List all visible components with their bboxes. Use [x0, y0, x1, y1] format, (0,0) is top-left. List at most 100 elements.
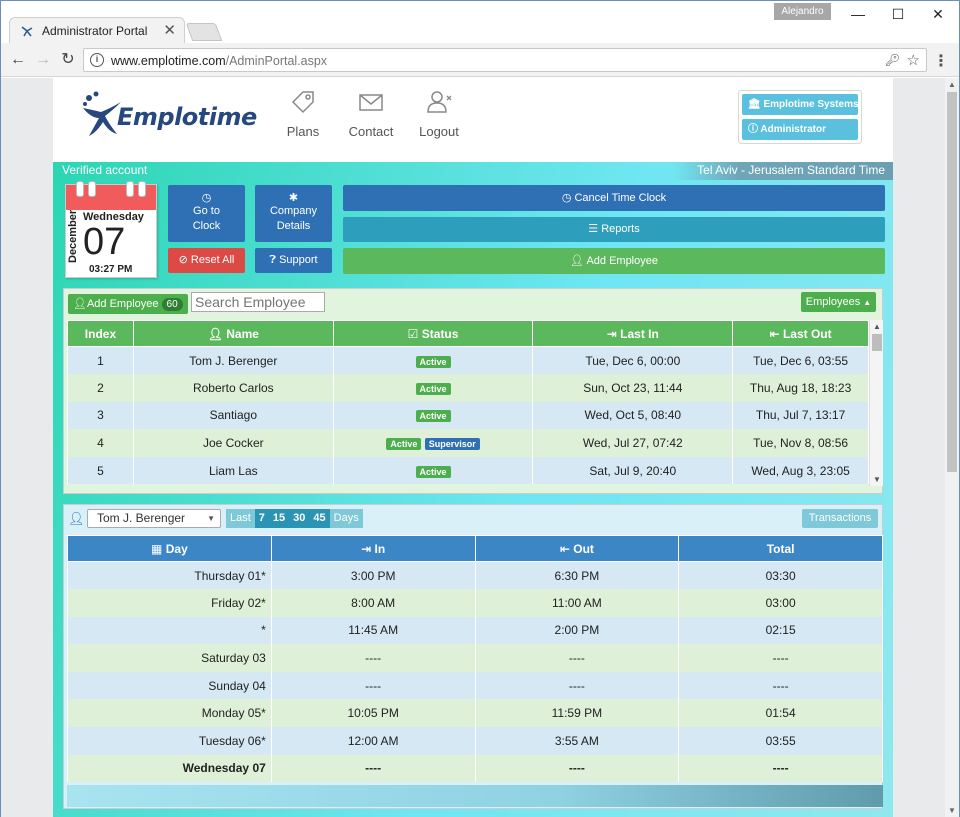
calendar-month: December	[67, 209, 79, 263]
table-row[interactable]: * 11:45 AM 2:00 PM 02:15	[67, 616, 883, 645]
scroll-up-icon[interactable]: ▲	[873, 322, 881, 331]
new-tab-button[interactable]	[185, 23, 223, 41]
table-row[interactable]: 3 Santiago Active Wed, Oct 5, 08:40 Thu,…	[67, 401, 869, 430]
emplotime-logo[interactable]: Emplotime	[77, 88, 257, 146]
col-status[interactable]: ☑ Status	[332, 320, 534, 347]
supervisor-badge: Supervisor	[424, 438, 480, 451]
check-square-icon: ☑	[407, 326, 419, 341]
user-icon: 👤︎	[68, 511, 85, 526]
calendar-ring	[76, 181, 84, 197]
col-out[interactable]: ⇤ Out	[474, 535, 680, 562]
search-employee-input[interactable]	[191, 292, 325, 312]
status-strip: Verified account Tel Aviv - Jerusalem St…	[53, 162, 893, 180]
window-close-icon[interactable]: ✕	[923, 5, 953, 23]
bank-icon: 🏛︎	[748, 99, 761, 110]
table-row[interactable]: Thursday 01* 3:00 PM 6:30 PM 03:30	[67, 561, 883, 590]
nav-contact[interactable]: Contact	[336, 88, 406, 139]
col-last-out[interactable]: ⇤ Last Out	[732, 320, 869, 347]
gear-icon: ✱	[288, 192, 299, 204]
employees-table: Index 👤︎ Name ☑ Status ⇥ Last In ⇤ Last …	[67, 320, 869, 485]
company-details-button[interactable]: ✱ Company Details	[255, 185, 332, 242]
user-icon: 👤︎	[570, 255, 584, 267]
col-name[interactable]: 👤︎ Name	[132, 320, 334, 347]
add-employee-button[interactable]: 👤︎Add Employee 60	[68, 294, 188, 314]
scroll-down-icon[interactable]: ▼	[873, 475, 881, 484]
timezone-label: Tel Aviv - Jerusalem Standard Time	[697, 163, 885, 177]
status-badge: Active	[415, 382, 451, 395]
site-header: Emplotime Plans Contact Logout 🏛︎ Emplot…	[53, 78, 893, 162]
envelope-icon	[336, 88, 406, 118]
browser-menu-icon[interactable]: ⋮	[933, 51, 949, 71]
col-index[interactable]: Index	[67, 320, 134, 347]
password-key-icon[interactable]: 🔑︎	[885, 53, 900, 67]
date-calendar: December Wednesday 07 03:27 PM	[65, 181, 157, 278]
scroll-thumb[interactable]	[872, 334, 882, 351]
table-row[interactable]: 5 Liam Las Active Sat, Jul 9, 20:40 Wed,…	[67, 456, 869, 485]
employees-dropdown[interactable]: Employees ▲	[801, 292, 876, 312]
col-last-in[interactable]: ⇥ Last In	[532, 320, 734, 347]
emplotime-favicon-icon	[21, 26, 33, 37]
add-employee-main-button[interactable]: 👤︎ Add Employee	[343, 248, 885, 274]
address-bar[interactable]: i www.emplotime.com/AdminPortal.aspx 🔑︎ …	[83, 48, 927, 72]
calendar-day: 07	[83, 221, 126, 263]
back-arrow-icon[interactable]: ←	[9, 51, 27, 69]
list-icon: ☰	[588, 223, 599, 235]
calendar-time: 03:27 PM	[89, 264, 133, 275]
minimize-icon[interactable]: —	[843, 5, 873, 23]
col-day[interactable]: ▦ Day	[67, 535, 272, 562]
reset-all-button[interactable]: ⊘ Reset All	[168, 248, 245, 273]
page-container: Emplotime Plans Contact Logout 🏛︎ Emplot…	[53, 78, 893, 817]
timesheet-table: ▦ Day ⇥ In ⇤ Out Total Thursday 01* 3:00…	[67, 535, 883, 783]
question-circle-icon: ❓︎	[269, 254, 277, 266]
table-row[interactable]: Friday 02* 8:00 AM 11:00 AM 03:00	[67, 589, 883, 617]
days-last-label: Last	[226, 509, 255, 528]
employees-scrollbar[interactable]: ▲ ▼	[869, 320, 883, 486]
table-row[interactable]: 4 Joe Cocker Active Supervisor Wed, Jul …	[67, 429, 869, 457]
table-row[interactable]: Sunday 04 ---- ---- ----	[67, 671, 883, 700]
scroll-up-icon[interactable]: ▲	[948, 80, 956, 89]
table-row[interactable]: Saturday 03 ---- ---- ----	[67, 644, 883, 672]
maximize-icon[interactable]: ☐	[883, 5, 913, 23]
page-scrollbar[interactable]: ▲ ▼	[945, 78, 959, 817]
transactions-button[interactable]: Transactions	[802, 509, 878, 528]
page-scroll-thumb[interactable]	[947, 92, 957, 472]
profile-chip[interactable]: Alejandro	[774, 3, 831, 20]
reload-icon[interactable]: ↻	[59, 51, 77, 69]
browser-toolbar: ← → ↻ i www.emplotime.com/AdminPortal.as…	[1, 43, 959, 77]
go-to-clock-button[interactable]: ◷ Go to Clock	[168, 185, 245, 242]
days-option-30[interactable]: 30	[289, 509, 310, 528]
nav-logout[interactable]: Logout	[404, 88, 474, 139]
tab-title: Administrator Portal	[42, 24, 148, 38]
browser-window: Administrator Portal ✕ Alejandro — ☐ ✕ ←…	[0, 0, 960, 817]
days-option-7[interactable]: 7	[254, 509, 269, 528]
calendar-ring	[138, 181, 146, 197]
col-total[interactable]: Total	[678, 535, 883, 562]
forward-arrow-icon[interactable]: →	[34, 51, 52, 69]
reports-button[interactable]: ☰ Reports	[343, 217, 885, 242]
nav-plans[interactable]: Plans	[268, 88, 338, 139]
table-row[interactable]: Monday 05* 10:05 PM 11:59 PM 01:54	[67, 699, 883, 728]
tag-icon	[268, 88, 338, 118]
tab-close-icon[interactable]: ✕	[163, 21, 176, 39]
company-button[interactable]: 🏛︎ Emplotime Systems	[742, 94, 859, 115]
browser-tab[interactable]: Administrator Portal ✕	[9, 17, 185, 43]
table-row[interactable]: 1 Tom J. Berenger Active Tue, Dec 6, 00:…	[67, 346, 869, 375]
site-info-icon[interactable]: i	[90, 53, 104, 67]
verified-label: Verified account	[62, 163, 148, 177]
table-row[interactable]: 2 Roberto Carlos Active Sun, Oct 23, 11:…	[67, 374, 869, 402]
user-icon: 👤︎	[207, 326, 223, 341]
table-row[interactable]: Wednesday 07 ---- ---- ----	[67, 754, 883, 783]
cancel-time-clock-button[interactable]: ◷ Cancel Time Clock	[343, 185, 885, 211]
bookmark-star-icon[interactable]: ☆	[907, 51, 920, 69]
url-text: www.emplotime.com/AdminPortal.aspx	[111, 54, 328, 68]
employee-select[interactable]: Tom J. Berenger ▼	[87, 509, 221, 528]
table-row[interactable]: Tuesday 06* 12:00 AM 3:55 AM 03:55	[67, 727, 883, 755]
scroll-down-icon[interactable]: ▼	[948, 806, 956, 815]
days-option-15[interactable]: 15	[268, 509, 290, 528]
days-option-45[interactable]: 45	[309, 509, 330, 528]
clock-icon: ◷	[201, 192, 212, 204]
col-in[interactable]: ⇥ In	[270, 535, 476, 562]
status-badge: Active	[386, 438, 422, 451]
support-button[interactable]: ❓︎ Support	[255, 248, 332, 273]
administrator-button[interactable]: ⓘ Administrator	[742, 119, 858, 140]
